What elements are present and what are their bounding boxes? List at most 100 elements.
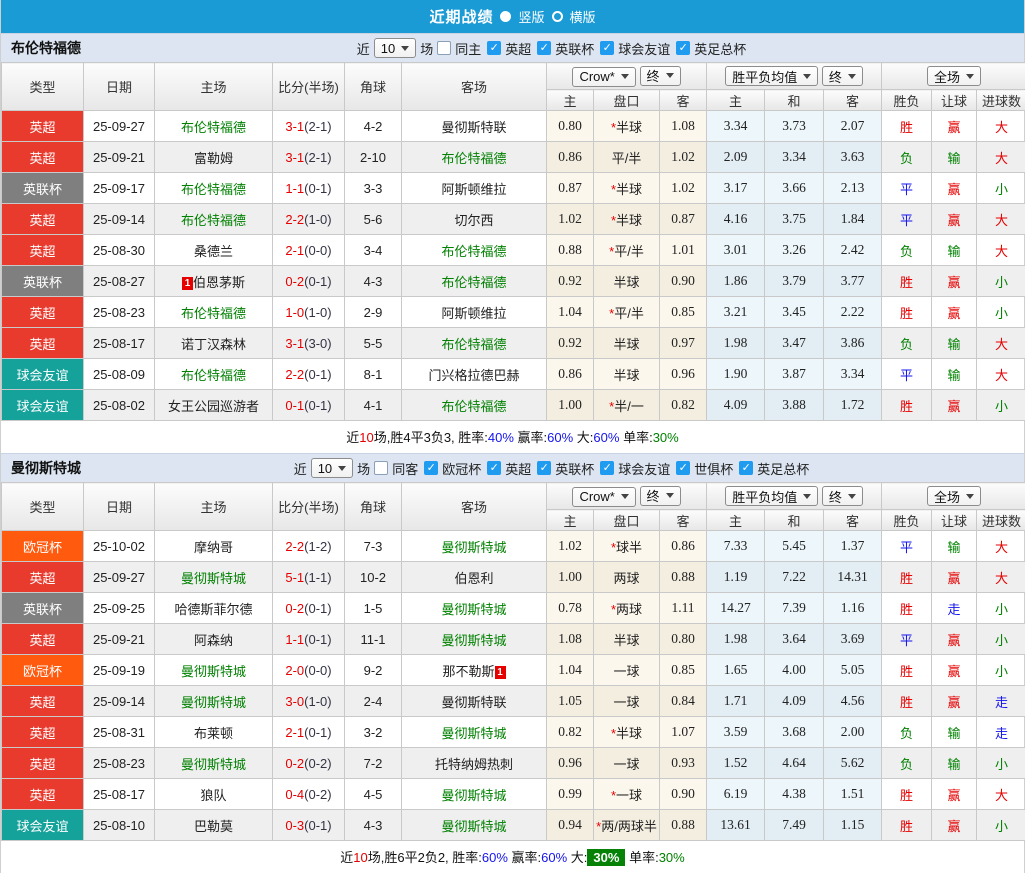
league-type: 欧冠杯 (2, 655, 84, 686)
summary-text: 单率: (625, 850, 658, 865)
league-checkbox[interactable]: ✓ (424, 461, 438, 475)
odds-home: 0.87 (547, 173, 594, 204)
league-checkbox[interactable]: ✓ (537, 41, 551, 55)
corner-score: 2-9 (345, 297, 402, 328)
summary-text: 30% (653, 430, 679, 445)
handicap: *半球 (594, 717, 660, 748)
league-checkbox[interactable]: ✓ (739, 461, 753, 475)
home-team: 摩纳哥 (155, 531, 273, 562)
odds-source-select[interactable]: Crow* (572, 67, 635, 87)
scope-select[interactable]: 全场 (927, 486, 981, 506)
home-team: 女王公园巡游者 (155, 390, 273, 421)
horizontal-layout-label[interactable]: 横版 (570, 7, 596, 26)
away-team: 布伦特福德 (402, 235, 547, 266)
odds-time-select[interactable]: 终 (640, 66, 681, 86)
odds-home: 1.02 (547, 531, 594, 562)
same-venue-checkbox[interactable] (374, 461, 388, 475)
league-type: 英超 (2, 624, 84, 655)
col-avg-away: 客 (824, 90, 882, 111)
avg-draw: 3.47 (765, 328, 824, 359)
avg-draw: 3.64 (765, 624, 824, 655)
away-team: 切尔西 (402, 204, 547, 235)
league-type: 英超 (2, 717, 84, 748)
avg-home: 1.98 (707, 624, 765, 655)
odds-source-select[interactable]: Crow* (572, 487, 635, 507)
match-date: 25-10-02 (84, 531, 155, 562)
result-goals: 大 (977, 204, 1025, 235)
avg-home: 14.27 (707, 593, 765, 624)
avg-time-select[interactable]: 终 (822, 486, 863, 506)
match-date: 25-08-17 (84, 328, 155, 359)
odds-away: 1.07 (660, 717, 707, 748)
avg-source-select[interactable]: 胜平负均值 (725, 486, 818, 506)
team-name: 曼彻斯特城 (11, 458, 81, 478)
league-checkbox[interactable]: ✓ (600, 41, 614, 55)
avg-home: 1.90 (707, 359, 765, 390)
league-checkbox[interactable]: ✓ (537, 461, 551, 475)
avg-draw: 3.75 (765, 204, 824, 235)
handicap: *半球 (594, 173, 660, 204)
odds-time-select[interactable]: 终 (640, 486, 681, 506)
league-checkbox[interactable]: ✓ (600, 461, 614, 475)
team-name: 布伦特福德 (11, 38, 81, 58)
summary-text: 近 (340, 850, 353, 865)
score: 1-1(0-1) (273, 173, 345, 204)
result-goals: 小 (977, 173, 1025, 204)
match-row: 英联杯25-09-25哈德斯菲尔德0-2(0-1)1-5曼彻斯特城0.78*两球… (2, 593, 1025, 624)
result-wdl: 负 (882, 328, 932, 359)
avg-source-select[interactable]: 胜平负均值 (725, 66, 818, 86)
result-wdl: 平 (882, 204, 932, 235)
score: 3-0(1-0) (273, 686, 345, 717)
summary-text: 10 (353, 850, 367, 865)
results-table-brentford: 类型 日期 主场 比分(半场) 角球 客场 Crow* 终 胜平负均值 终 全场 (1, 62, 1025, 421)
match-row: 英超25-08-17狼队0-4(0-2)4-5曼彻斯特城0.99*一球0.906… (2, 779, 1025, 810)
title-bar: 近期战绩 竖版 横版 (1, 0, 1024, 33)
avg-home: 3.34 (707, 111, 765, 142)
result-handicap: 输 (932, 359, 977, 390)
score: 1-0(1-0) (273, 297, 345, 328)
avg-away: 2.00 (824, 717, 882, 748)
horizontal-layout-radio[interactable] (552, 11, 563, 22)
match-date: 25-09-27 (84, 111, 155, 142)
away-team: 阿斯顿维拉 (402, 297, 547, 328)
scope-select[interactable]: 全场 (927, 66, 981, 86)
match-date: 25-09-27 (84, 562, 155, 593)
match-count-select[interactable]: 10 (374, 38, 416, 58)
odds-away: 1.02 (660, 173, 707, 204)
home-team: 布伦特福德 (155, 111, 273, 142)
odds-away: 0.97 (660, 328, 707, 359)
home-team: 阿森纳 (155, 624, 273, 655)
result-handicap: 赢 (932, 390, 977, 421)
home-team: 巴勒莫 (155, 810, 273, 841)
corner-score: 10-2 (345, 562, 402, 593)
corner-score: 4-5 (345, 779, 402, 810)
vertical-layout-radio[interactable] (500, 11, 511, 22)
league-type: 英超 (2, 779, 84, 810)
league-checkbox[interactable]: ✓ (676, 41, 690, 55)
same-venue-checkbox[interactable] (437, 41, 451, 55)
away-team: 曼彻斯特城 (402, 717, 547, 748)
match-count-select[interactable]: 10 (311, 458, 353, 478)
corner-score: 2-4 (345, 686, 402, 717)
result-goals: 大 (977, 359, 1025, 390)
league-checkbox[interactable]: ✓ (676, 461, 690, 475)
league-checkbox[interactable]: ✓ (487, 461, 501, 475)
match-row: 英超25-08-30桑德兰2-1(0-0)3-4布伦特福德0.88*平/半1.0… (2, 235, 1025, 266)
vertical-layout-label[interactable]: 竖版 (518, 7, 544, 26)
score: 2-2(0-1) (273, 359, 345, 390)
summary-brentford: 近10场,胜4平3负3, 胜率:40% 赢率:60% 大:60% 单率:30% (1, 421, 1024, 453)
match-row: 英超25-08-23曼彻斯特城0-2(0-2)7-2托特纳姆热刺0.96一球0.… (2, 748, 1025, 779)
handicap: 半球 (594, 359, 660, 390)
away-team: 曼彻斯特联 (402, 111, 547, 142)
avg-away: 2.42 (824, 235, 882, 266)
league-checkbox[interactable]: ✓ (487, 41, 501, 55)
league-type: 欧冠杯 (2, 531, 84, 562)
result-handicap: 输 (932, 748, 977, 779)
near-label: 近 (294, 459, 307, 478)
avg-away: 3.77 (824, 266, 882, 297)
match-row: 英超25-09-14布伦特福德2-2(1-0)5-6切尔西1.02*半球0.87… (2, 204, 1025, 235)
avg-home: 7.33 (707, 531, 765, 562)
col-avg-home: 主 (707, 510, 765, 531)
avg-time-select[interactable]: 终 (822, 66, 863, 86)
league-checkbox-label: 英超 (505, 39, 531, 58)
